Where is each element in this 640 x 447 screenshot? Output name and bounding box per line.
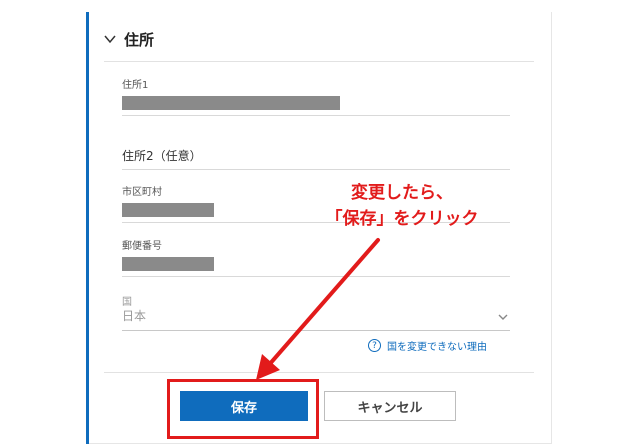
divider bbox=[104, 372, 534, 373]
section-title: 住所 bbox=[124, 30, 155, 49]
country-help-link[interactable]: ? 国を変更できない理由 bbox=[368, 338, 487, 353]
address2-placeholder: 住所2（任意） bbox=[122, 149, 202, 163]
address1-field[interactable]: 住所1 bbox=[122, 80, 510, 116]
field-underline bbox=[122, 115, 510, 116]
country-help-text: 国を変更できない理由 bbox=[387, 342, 487, 353]
section-header[interactable]: 住所 bbox=[104, 26, 154, 52]
chevron-down-icon bbox=[498, 314, 508, 320]
postal-code-masked-value bbox=[122, 257, 214, 271]
city-masked-value bbox=[122, 203, 214, 217]
address1-label: 住所1 bbox=[122, 80, 149, 91]
postal-code-field[interactable]: 郵便番号 bbox=[122, 241, 510, 277]
cancel-button[interactable]: キャンセル bbox=[324, 391, 456, 421]
postal-code-label: 郵便番号 bbox=[122, 241, 162, 252]
chevron-down-icon bbox=[104, 35, 116, 44]
field-underline bbox=[122, 276, 510, 277]
field-underline bbox=[122, 169, 510, 170]
section-accent-bar bbox=[86, 12, 89, 444]
divider bbox=[104, 61, 534, 62]
country-value: 日本 bbox=[122, 309, 147, 323]
question-circle-icon: ? bbox=[368, 339, 381, 352]
address2-field[interactable]: 住所2（任意） bbox=[122, 150, 510, 170]
save-button[interactable]: 保存 bbox=[180, 391, 308, 421]
country-select[interactable]: 国 日本 bbox=[122, 297, 510, 331]
address1-masked-value bbox=[122, 96, 340, 110]
country-label: 国 bbox=[122, 297, 132, 308]
field-underline bbox=[122, 330, 510, 331]
annotation-callout: 変更したら、 「保存」をクリック bbox=[292, 180, 512, 232]
annotation-line-2: 「保存」をクリック bbox=[325, 209, 479, 229]
annotation-line-1: 変更したら、 bbox=[351, 183, 453, 203]
